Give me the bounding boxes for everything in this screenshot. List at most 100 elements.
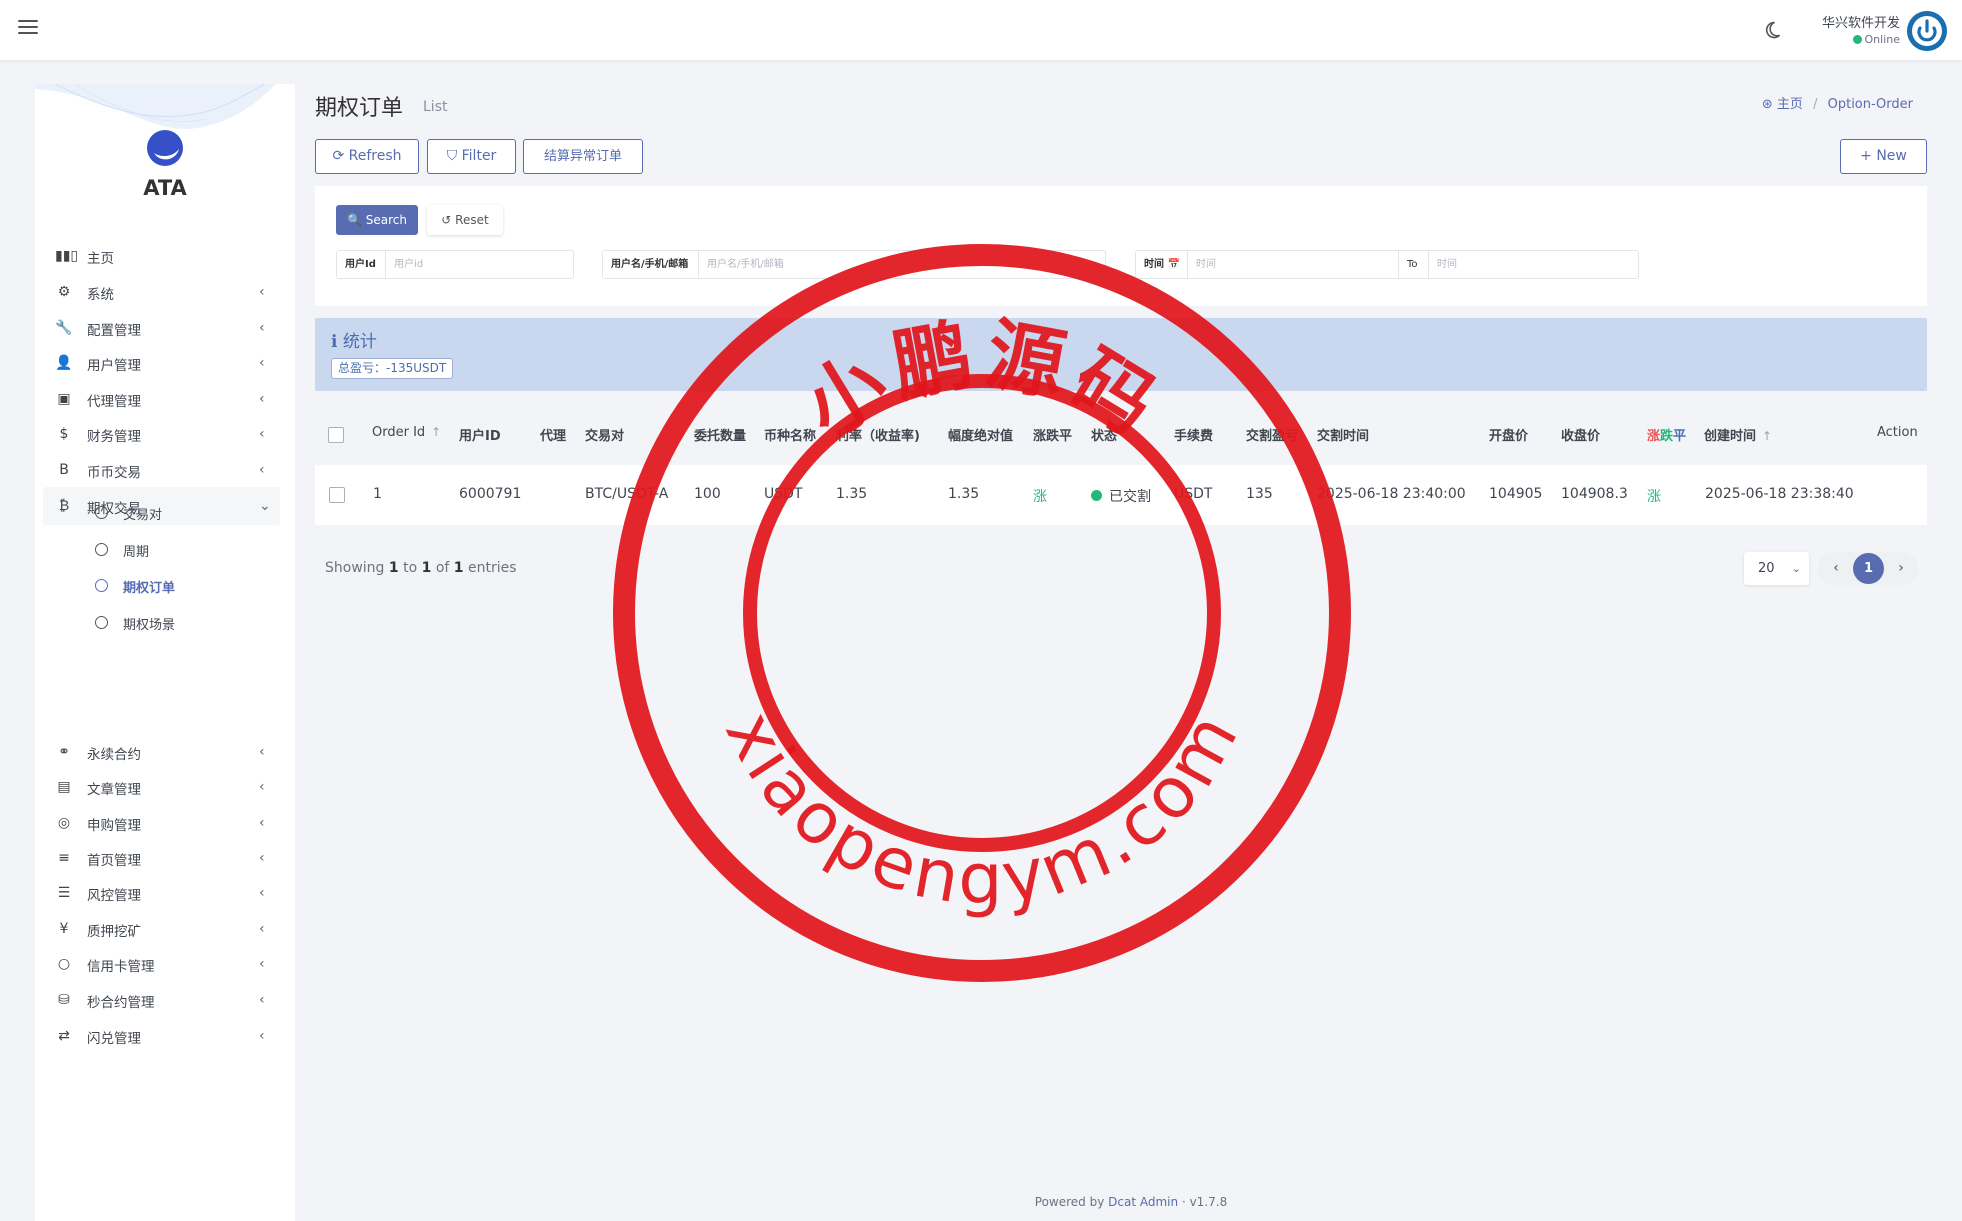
sidebar-item[interactable]: ▣ 代理管理 ‹ — [43, 380, 280, 418]
per-page-select[interactable]: 20 ⌄ — [1744, 552, 1809, 585]
sidebar-item[interactable]: B 币币交易 ‹ — [43, 451, 280, 489]
prev-page-button[interactable]: ‹ — [1821, 552, 1851, 585]
sidebar-item-label: 申购管理 — [87, 818, 141, 834]
chevron-down-icon: ⌄ — [1791, 562, 1801, 575]
column-header: 币种名称 — [764, 429, 817, 444]
column-header[interactable]: 创建时间 ↑ — [1704, 425, 1772, 444]
chevron-left-icon: ‹ — [259, 355, 265, 371]
sidebar-item[interactable]: ◎ 申购管理 ‹ — [43, 804, 280, 842]
sidebar-subitem[interactable]: 期权场景 — [95, 608, 285, 638]
dark-mode-moon-icon[interactable] — [1762, 20, 1782, 40]
sidebar-subitem-label: 期权场景 — [123, 618, 176, 633]
sidebar-subitem[interactable]: 期权订单 — [95, 571, 285, 601]
user-id-input[interactable] — [386, 251, 571, 278]
menu-toggle-icon[interactable] — [18, 16, 38, 40]
sidebar-item[interactable]: ¥ 质押挖矿 ‹ — [43, 910, 280, 948]
dcat-admin-link[interactable]: Dcat Admin — [1108, 1195, 1178, 1209]
sidebar-item-label: 币币交易 — [87, 465, 141, 481]
sidebar-item[interactable]: ⇄ 闪兑管理 ‹ — [43, 1017, 280, 1055]
online-dot-icon — [1852, 35, 1862, 44]
cell-pnl: 135 — [1246, 486, 1273, 502]
sidebar-subitem[interactable]: 周期 — [95, 535, 285, 565]
user-name-field: 用户名/手机/邮箱 — [602, 250, 1106, 279]
filter-button[interactable]: ⛉ Filter — [427, 139, 516, 174]
cell-rate: 1.35 — [836, 486, 868, 502]
user-name-input[interactable] — [699, 251, 1103, 278]
column-header: 交割盈亏 — [1246, 429, 1299, 444]
status-dot-icon — [1091, 490, 1102, 501]
sidebar-item-label: 闪兑管理 — [87, 1031, 141, 1047]
breadcrumb-current[interactable]: Option-Order — [1828, 97, 1913, 112]
stats-panel: ℹ 统计 总盈亏：-135USDT — [315, 318, 1927, 391]
sidebar-item-label: 配置管理 — [87, 323, 141, 339]
breadcrumb-home[interactable]: 主页 — [1777, 97, 1803, 112]
sidebar-item[interactable]: ○ 信用卡管理 ‹ — [43, 945, 280, 983]
cell-qty: 100 — [694, 486, 721, 502]
cell-result: 涨 — [1647, 489, 1661, 505]
footer: Powered by Dcat Admin · v1.7.8 — [1034, 1195, 1228, 1209]
sidebar-item[interactable]: $ 财务管理 ‹ — [43, 415, 280, 453]
dashboard-icon: ⊛ — [1761, 97, 1773, 112]
chevron-left-icon: ‹ — [259, 815, 265, 831]
time-start-input[interactable] — [1188, 251, 1394, 278]
sidebar-item-label: 代理管理 — [87, 394, 141, 410]
sidebar-item-label: 财务管理 — [87, 429, 141, 445]
chevron-left-icon: ‹ — [259, 744, 265, 760]
search-button[interactable]: 🔍 Search — [336, 205, 418, 235]
column-header: 幅度绝对值 — [948, 429, 1014, 444]
sidebar-item-label: 文章管理 — [87, 782, 141, 798]
column-header: 利率（收益率) — [836, 429, 920, 444]
time-range-field: 时间 📅 To — [1135, 250, 1639, 279]
row-select-checkbox[interactable] — [329, 487, 345, 503]
column-header[interactable]: Order Id ↑ — [372, 425, 441, 440]
cell-open-price: 104905 — [1489, 486, 1543, 502]
new-button[interactable]: + New — [1840, 139, 1927, 174]
newspaper-icon: ▤ — [57, 779, 71, 795]
current-page-button[interactable]: 1 — [1853, 553, 1884, 584]
ata-logo-icon — [147, 130, 183, 166]
sidebar-subitem[interactable]: 交易对 — [95, 498, 285, 528]
settle-abnormal-orders-button[interactable]: 结算异常订单 — [523, 139, 643, 174]
sidebar-subitem-label: 周期 — [123, 545, 150, 560]
link-icon: ⚭ — [58, 744, 70, 760]
chevron-left-icon: ‹ — [259, 1028, 265, 1044]
sidebar-item[interactable]: 🔧 配置管理 ‹ — [43, 309, 280, 347]
sidebar-item[interactable]: ⛁ 秒合约管理 ‹ — [43, 981, 280, 1019]
fall-label: 跌 — [1660, 429, 1674, 444]
sidebar-item[interactable]: ▮▮▯ 主页 — [43, 237, 280, 275]
sidebar-item-label: 系统 — [87, 287, 114, 303]
sidebar: ATA ▮▮▯ 主页 ⚙ 系统 ‹ 🔧 配置管理 ‹ 👤 用户管理 ‹ ▣ 代理管理 ‹ $ 财务管理 ‹ B 币币… — [35, 84, 295, 1221]
refresh-button[interactable]: ⟳ Refresh — [315, 139, 419, 174]
sidebar-item[interactable]: ⚭ 永续合约 ‹ — [43, 733, 280, 771]
sidebar-item-label: 主页 — [87, 251, 114, 267]
gear-icon: ⚙ — [57, 284, 71, 300]
user-name[interactable]: 华兴软件开发 — [1810, 12, 1900, 31]
reset-button[interactable]: ↺ Reset — [427, 205, 503, 235]
sidebar-item[interactable]: 👤 用户管理 ‹ — [43, 344, 280, 382]
sidebar-item[interactable]: ⚙ 系统 ‹ — [43, 273, 280, 311]
time-end-input[interactable] — [1429, 251, 1636, 278]
chevron-left-icon: ‹ — [259, 850, 265, 866]
circle-icon — [95, 579, 108, 592]
sidebar-item[interactable]: ≡ 首页管理 ‹ — [43, 839, 280, 877]
next-page-button[interactable]: › — [1886, 552, 1916, 585]
column-header: 用户ID — [459, 429, 501, 444]
user-id-label: 用户Id — [337, 251, 386, 278]
select-all-checkbox[interactable] — [328, 427, 344, 443]
sidebar-item[interactable]: ▤ 文章管理 ‹ — [43, 768, 280, 806]
flat-label: 平 — [1673, 429, 1687, 444]
chevron-left-icon: ‹ — [259, 391, 265, 407]
top-navbar: 华兴软件开发 Online — [0, 0, 1962, 60]
column-header: 委托数量 — [694, 429, 747, 444]
page-title: 期权订单 — [315, 96, 404, 121]
sidebar-item-label: 秒合约管理 — [87, 995, 155, 1011]
sidebar-item[interactable]: ☰ 风控管理 ‹ — [43, 874, 280, 912]
to-label: To — [1398, 251, 1429, 278]
chevron-left-icon: ‹ — [259, 956, 265, 972]
chevron-left-icon: ‹ — [259, 462, 265, 478]
indent-icon: ☰ — [57, 885, 71, 901]
column-header: Action — [1877, 425, 1918, 440]
sort-arrow-icon[interactable]: ↑ — [431, 425, 441, 439]
avatar[interactable] — [1907, 11, 1947, 51]
sort-arrow-icon[interactable]: ↑ — [1762, 429, 1772, 443]
